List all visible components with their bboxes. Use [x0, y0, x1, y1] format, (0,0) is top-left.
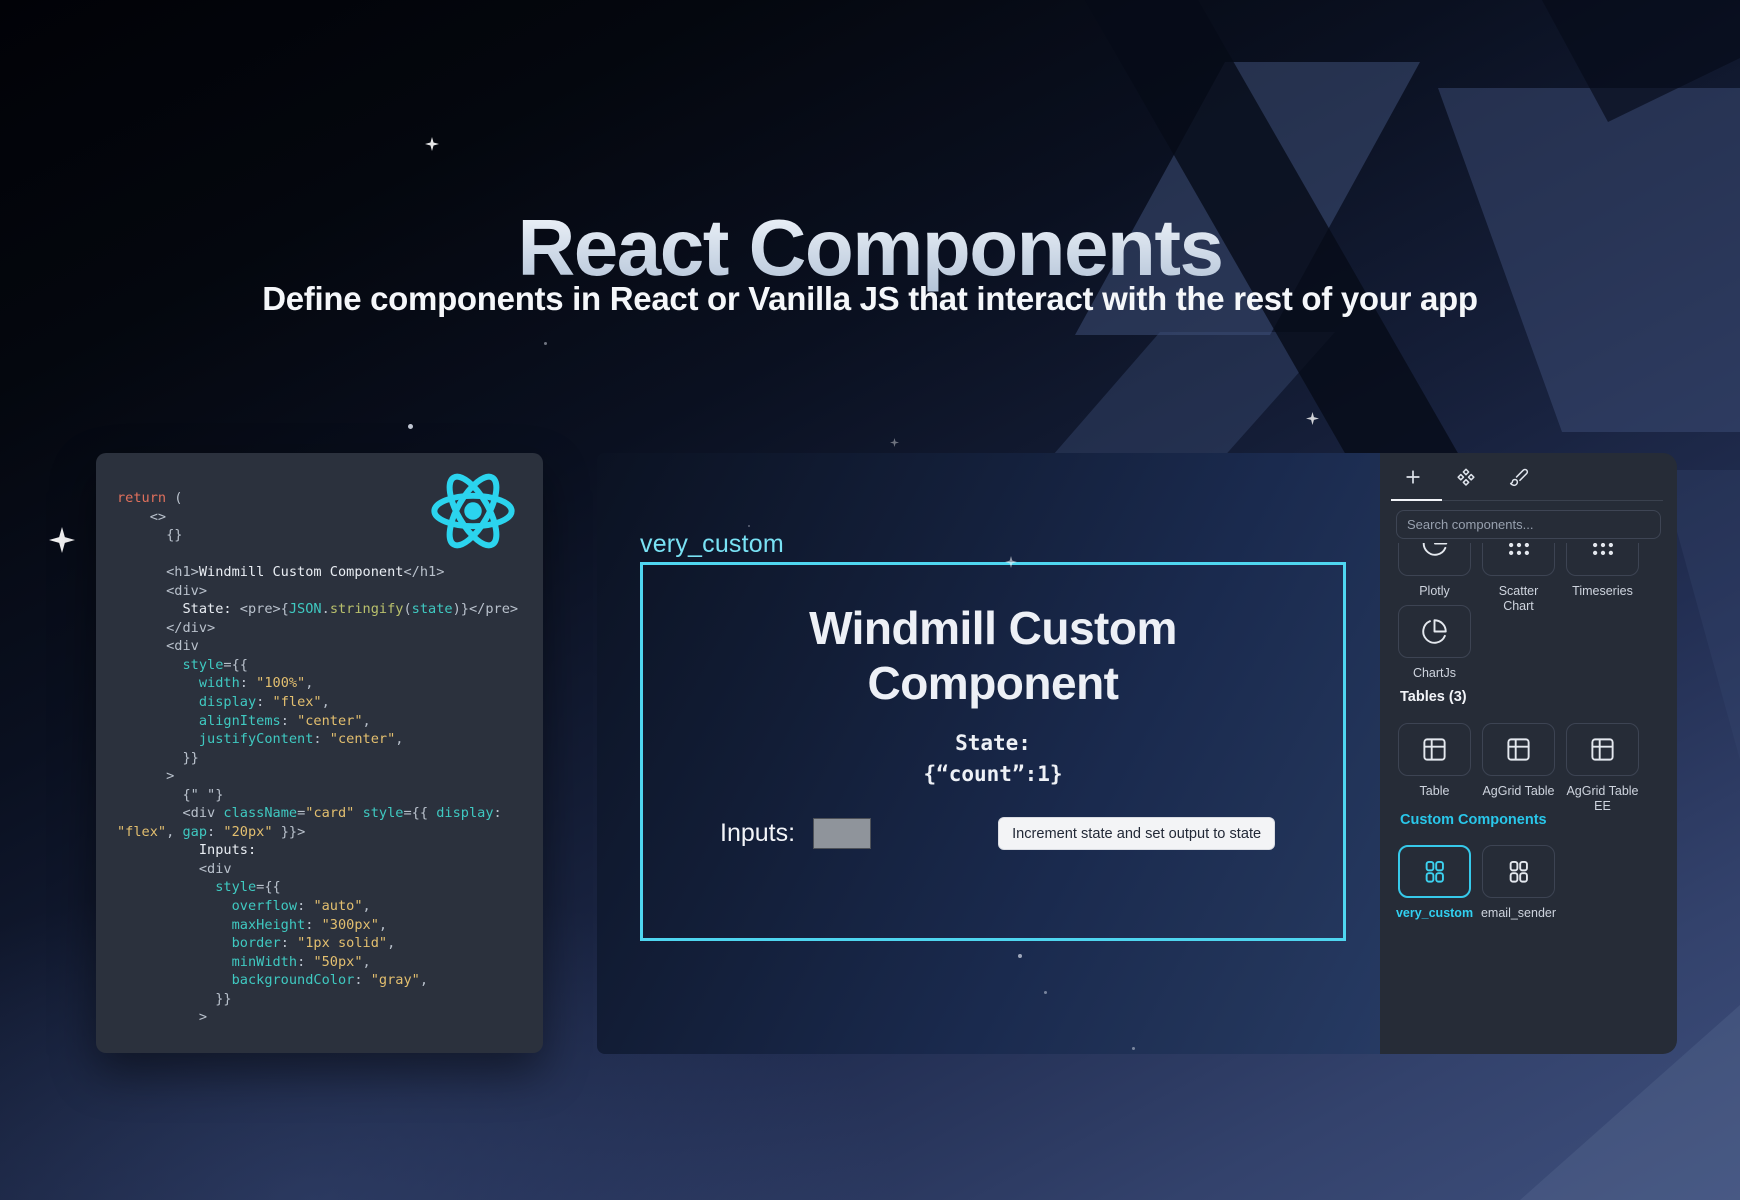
component-card-chartjs[interactable]: ChartJs [1398, 605, 1471, 681]
component-card-aggrid-table[interactable]: AgGrid Table [1482, 723, 1555, 814]
code-line: backgroundColor: "gray", [117, 971, 535, 990]
component-card-plotly[interactable]: Plotly [1398, 543, 1471, 614]
table-icon [1505, 736, 1532, 763]
tables-row: Table AgGrid Table AgGrid Table EE [1398, 723, 1667, 814]
code-line: width: "100%", [117, 674, 535, 693]
code-line: <div> [117, 582, 535, 601]
code-line: > [117, 1008, 535, 1027]
state-label: State: [955, 731, 1031, 755]
code-line: <div [117, 637, 535, 656]
active-tab-underline [1391, 499, 1442, 501]
code-line: }} [117, 749, 535, 768]
code-line: style={{ [117, 878, 535, 897]
component-card-email-sender[interactable]: email_sender [1482, 845, 1555, 921]
star-dot [544, 342, 547, 345]
table-icon [1589, 736, 1616, 763]
charts-row-2: ChartJs [1398, 605, 1667, 681]
table-icon [1421, 736, 1448, 763]
code-line: State: <pre>{JSON.stringify(state)}</pre… [117, 600, 535, 619]
code-block[interactable]: return ( <> {} <h1>Windmill Custom Compo… [117, 489, 535, 1027]
code-line: maxHeight: "300px", [117, 916, 535, 935]
star-dot [408, 424, 413, 429]
input-gray-box[interactable] [813, 818, 871, 849]
custom-component-icon [1421, 858, 1448, 885]
app-canvas: very_custom Windmill Custom Component St… [597, 453, 1380, 1054]
code-line: justifyContent: "center", [117, 730, 535, 749]
code-line: {" "} [117, 786, 535, 805]
component-card-scatter-chart[interactable]: Scatter Chart [1482, 543, 1555, 614]
component-heading: Windmill Custom Component [733, 601, 1253, 711]
sidebar-tabs [1402, 466, 1530, 488]
tab-components[interactable] [1455, 466, 1477, 488]
code-line: }} [117, 990, 535, 1009]
code-line: "flex", gap: "20px" }}> [117, 823, 535, 842]
star-dot [1132, 1047, 1135, 1050]
code-line: border: "1px solid", [117, 934, 535, 953]
code-line: <div className="card" style={{ display: [117, 804, 535, 823]
code-line: overflow: "auto", [117, 897, 535, 916]
custom-components-heading: Custom Components [1400, 812, 1547, 828]
code-line: <h1>Windmill Custom Component</h1> [117, 563, 535, 582]
code-line: minWidth: "50px", [117, 953, 535, 972]
component-card-box[interactable] [1398, 723, 1471, 776]
component-card-label: Table [1420, 784, 1450, 799]
scatter-dots-icon [1589, 543, 1616, 563]
code-line: style={{ [117, 656, 535, 675]
code-line: alignItems: "center", [117, 712, 535, 731]
plus-icon [1403, 467, 1423, 487]
code-line: </div> [117, 619, 535, 638]
component-card-box[interactable] [1398, 845, 1471, 898]
state-value: {“count”:1} [923, 762, 1062, 786]
component-card-box[interactable] [1482, 845, 1555, 898]
diamonds-icon [1456, 467, 1476, 487]
component-card-label: AgGrid Table [1482, 784, 1554, 799]
code-editor-panel: return ( <> {} <h1>Windmill Custom Compo… [96, 453, 543, 1053]
component-card-label: email_sender [1481, 906, 1556, 921]
search-components-input[interactable] [1396, 510, 1661, 539]
pie-chart-icon [1421, 543, 1448, 557]
component-card-table[interactable]: Table [1398, 723, 1471, 814]
increment-state-button[interactable]: Increment state and set output to state [998, 817, 1275, 850]
tables-section-heading: Tables (3) [1400, 689, 1467, 705]
scatter-dots-icon [1505, 543, 1532, 563]
star-dot [748, 525, 750, 527]
component-card-label: Timeseries [1572, 584, 1633, 599]
star-dot [1018, 954, 1022, 958]
inputs-row: Inputs: Increment state and set output t… [720, 817, 1275, 850]
custom-components-row: very_custom email_sender [1398, 845, 1667, 921]
charts-row-1: Plotly Scatter Chart Timeseries [1398, 543, 1667, 614]
component-card-very-custom[interactable]: very_custom [1398, 845, 1471, 921]
component-state: State: {“count”:1} [643, 728, 1343, 789]
inputs-label: Inputs: [720, 819, 795, 848]
component-card-label: very_custom [1396, 906, 1473, 921]
component-card-aggrid-table-ee[interactable]: AgGrid Table EE [1566, 723, 1639, 814]
tab-style[interactable] [1508, 466, 1530, 488]
react-logo-icon [427, 465, 519, 557]
component-card-label: AgGrid Table EE [1566, 784, 1638, 814]
code-line: <div [117, 860, 535, 879]
page-subtitle: Define components in React or Vanilla JS… [0, 280, 1740, 318]
component-library-sidebar: Plotly Scatter Chart Timeseries ChartJs Ta… [1380, 453, 1677, 1054]
component-card-box[interactable] [1398, 543, 1471, 576]
component-card-box[interactable] [1566, 543, 1639, 576]
component-card-box[interactable] [1398, 605, 1471, 658]
star-dot [1044, 991, 1047, 994]
code-line: display: "flex", [117, 693, 535, 712]
component-card-box[interactable] [1566, 723, 1639, 776]
tab-add-component[interactable] [1402, 466, 1424, 488]
component-card-box[interactable] [1482, 723, 1555, 776]
selected-component-outline[interactable]: Windmill Custom Component State: {“count”… [640, 562, 1346, 941]
component-card-timeseries[interactable]: Timeseries [1566, 543, 1639, 614]
component-card-label: ChartJs [1413, 666, 1456, 681]
component-id-label[interactable]: very_custom [640, 530, 784, 559]
brush-icon [1509, 467, 1529, 487]
pie-chart-icon [1421, 618, 1448, 645]
component-card-label: Plotly [1419, 584, 1450, 599]
component-card-box[interactable] [1482, 543, 1555, 576]
custom-component-icon [1505, 858, 1532, 885]
code-line: > [117, 767, 535, 786]
code-line: Inputs: [117, 841, 535, 860]
